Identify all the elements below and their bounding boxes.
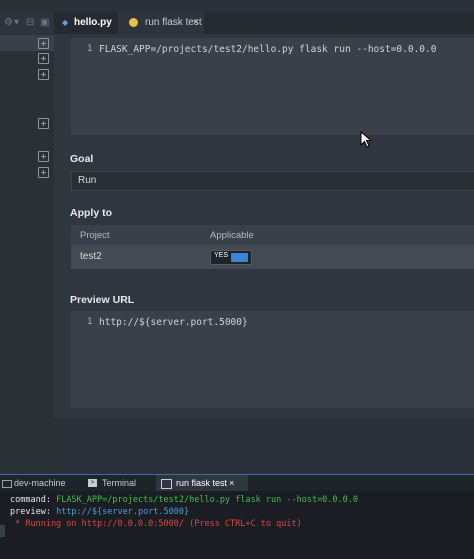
- tree-item[interactable]: [0, 51, 54, 67]
- tab-dev-machine[interactable]: dev-machine: [0, 475, 82, 492]
- expand-icon[interactable]: [38, 118, 49, 129]
- preview-key: preview:: [10, 507, 51, 517]
- tree-item[interactable]: [0, 67, 54, 83]
- tree-item[interactable]: [0, 149, 54, 165]
- tree-item[interactable]: [0, 165, 54, 181]
- collapse-all-icon[interactable]: ⊟: [26, 17, 34, 28]
- tab-run-flask-test-output[interactable]: run flask test ×: [156, 475, 248, 492]
- tab-terminal[interactable]: > Terminal: [84, 475, 152, 492]
- apply-to-table: Project Applicable test2 YES: [71, 225, 474, 271]
- column-header-project: Project: [80, 230, 110, 241]
- toggle-state-label: YES: [214, 252, 229, 259]
- scroll-marker: [0, 525, 5, 537]
- tab-label: hello.py: [74, 17, 112, 28]
- editor-tab-bar: ◆ hello.py run flask test ×: [54, 12, 474, 34]
- pointer-arrow: [360, 131, 372, 148]
- form-footer: [54, 418, 474, 456]
- apply-to-label: Apply to: [70, 207, 112, 219]
- tab-label: run flask test: [176, 478, 228, 488]
- gear-icon[interactable]: ⚙: [4, 17, 13, 28]
- close-icon[interactable]: ×: [193, 12, 199, 34]
- goal-select[interactable]: Run: [71, 171, 474, 191]
- command-text[interactable]: FLASK_APP=/projects/test2/hello.py flask…: [99, 44, 436, 55]
- tree-item[interactable]: [0, 35, 54, 51]
- line-number: 1: [87, 44, 93, 54]
- column-header-applicable: Applicable: [210, 230, 254, 241]
- line-number: 1: [87, 317, 93, 327]
- command-icon: [129, 18, 138, 27]
- preview-url-label: Preview URL: [70, 294, 135, 306]
- goal-value: Run: [78, 175, 97, 186]
- project-explorer: ⚙ ▾ ⊟ ▣: [0, 0, 54, 474]
- python-file-icon: ◆: [62, 18, 69, 27]
- terminal-line: command: FLASK_APP=/projects/test2/hello…: [10, 495, 358, 505]
- preview-url-editor[interactable]: 1 http://${server.port.5000}: [71, 311, 474, 408]
- preview-link[interactable]: http://${server.port.5000}: [56, 507, 189, 517]
- expand-icon[interactable]: [38, 151, 49, 162]
- close-icon[interactable]: ×: [229, 475, 234, 492]
- tab-label: Terminal: [102, 478, 137, 488]
- scroll-from-source-icon[interactable]: ▣: [40, 17, 49, 28]
- console-icon: [161, 479, 172, 489]
- explorer-toolbar: ⚙ ▾ ⊟ ▣: [0, 12, 54, 34]
- command-editor: 1 FLASK_APP=/projects/test2/hello.py fla…: [54, 34, 474, 456]
- expand-icon[interactable]: [38, 69, 49, 80]
- terminal-output[interactable]: command: FLASK_APP=/projects/test2/hello…: [0, 491, 474, 559]
- bottom-panel-tabs: dev-machine > Terminal run flask test ×: [0, 474, 474, 492]
- tab-run-flask-test[interactable]: run flask test ×: [118, 12, 204, 34]
- toggle-knob: [231, 253, 248, 262]
- project-name: test2: [80, 251, 102, 262]
- terminal-line: preview: http://${server.port.5000}: [10, 507, 189, 517]
- applicable-toggle[interactable]: YES: [210, 250, 252, 265]
- tab-label: dev-machine: [14, 478, 66, 488]
- tree-item[interactable]: [0, 116, 54, 132]
- table-header: Project Applicable: [71, 225, 474, 245]
- command-value: FLASK_APP=/projects/test2/hello.py flask…: [56, 495, 359, 505]
- command-key: command:: [10, 495, 51, 505]
- command-line-editor[interactable]: 1 FLASK_APP=/projects/test2/hello.py fla…: [71, 38, 474, 135]
- table-row: test2 YES: [71, 245, 474, 269]
- goal-label: Goal: [70, 153, 94, 165]
- terminal-icon: >: [88, 479, 97, 487]
- chevron-down-icon[interactable]: ▾: [14, 17, 19, 28]
- server-running-message: * Running on http://0.0.0.0:5000/ (Press…: [10, 519, 302, 529]
- preview-url-text[interactable]: http://${server.port.5000}: [99, 317, 248, 328]
- machine-icon: [2, 480, 12, 488]
- expand-icon[interactable]: [38, 38, 49, 49]
- expand-icon[interactable]: [38, 167, 49, 178]
- tab-hello-py[interactable]: ◆ hello.py: [54, 12, 118, 34]
- expand-icon[interactable]: [38, 53, 49, 64]
